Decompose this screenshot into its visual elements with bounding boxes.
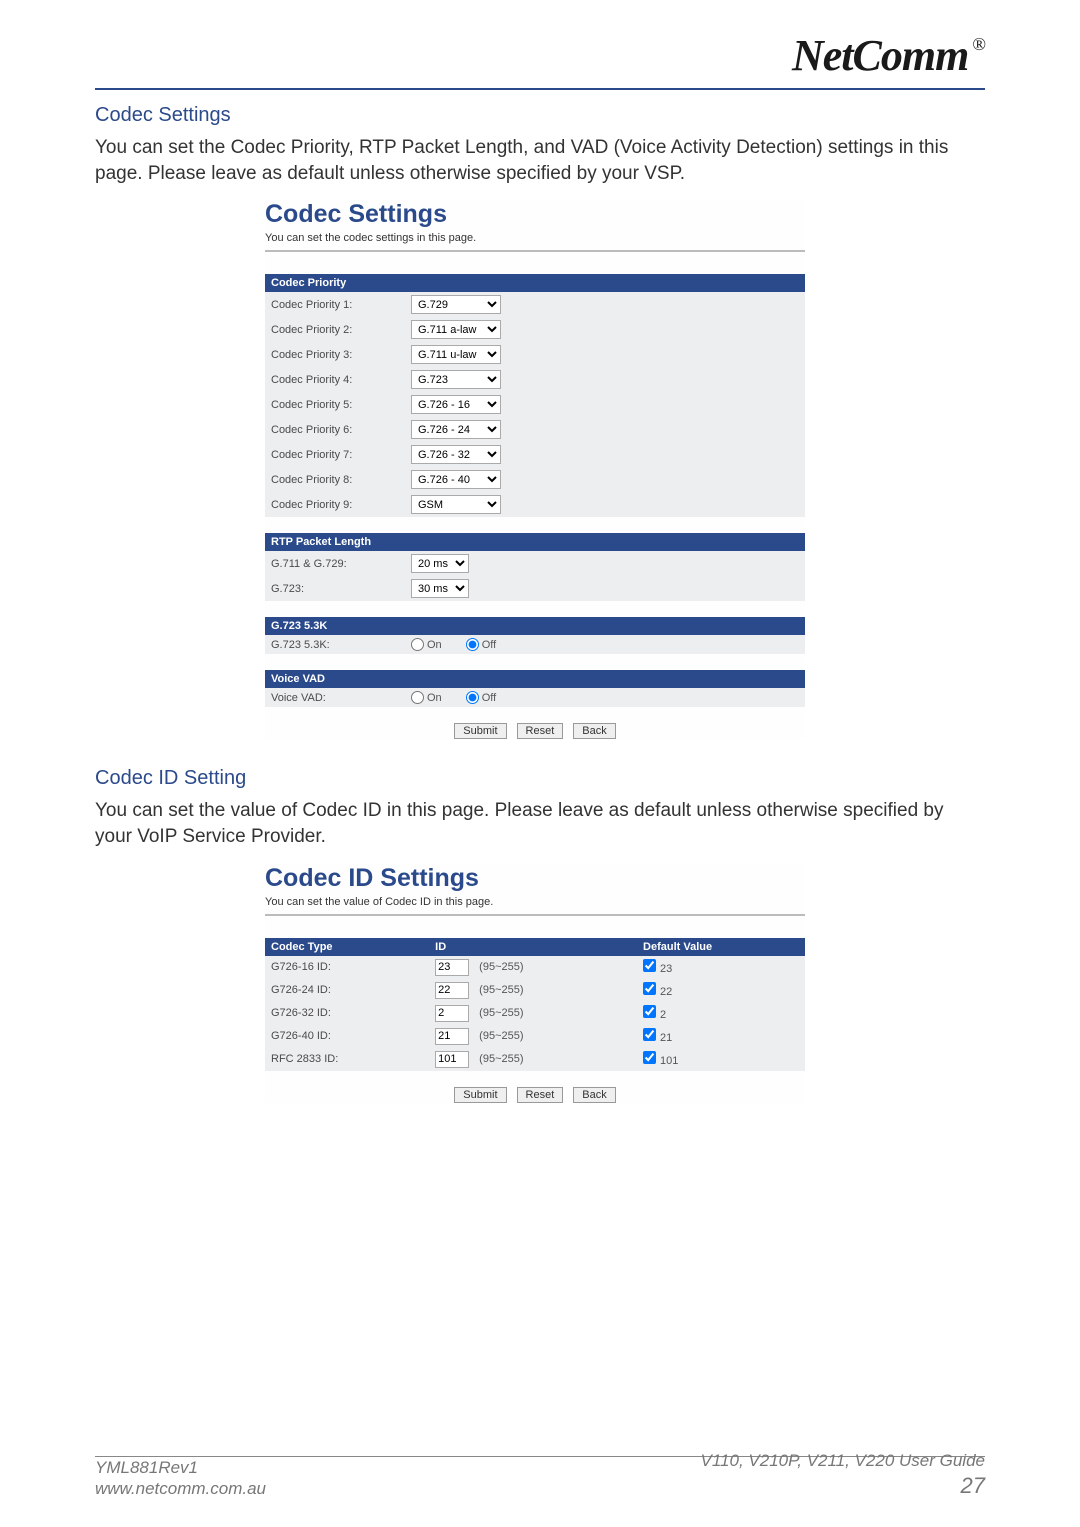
rtp-row-label: G.711 & G.729:	[265, 551, 405, 576]
rfc2833-id-input[interactable]	[435, 1051, 469, 1068]
vad-off-radio[interactable]	[466, 691, 479, 704]
g726-32-default-checkbox[interactable]	[643, 1005, 656, 1018]
g723-row-label: G.723 5.3K:	[265, 635, 405, 654]
codec-id-setting-heading: Codec ID Setting	[95, 767, 985, 790]
codec-priority-label: Codec Priority 6:	[265, 417, 405, 442]
default-value-text: 22	[660, 986, 672, 998]
g726-24-id-input[interactable]	[435, 982, 469, 999]
codec-settings-panel-title: Codec Settings	[265, 200, 805, 229]
g723-off-radio[interactable]	[466, 638, 479, 651]
codec-id-panel-title: Codec ID Settings	[265, 864, 805, 893]
submit-button[interactable]: Submit	[454, 723, 506, 739]
codec-priority-label: Codec Priority 9:	[265, 492, 405, 517]
default-value-text: 23	[660, 963, 672, 975]
codec-priority-7-select[interactable]: G.726 - 32	[411, 445, 501, 464]
range-hint: (95~255)	[479, 1053, 523, 1065]
back-button[interactable]: Back	[573, 723, 615, 739]
reset-button[interactable]: Reset	[517, 723, 564, 739]
rfc2833-default-checkbox[interactable]	[643, 1051, 656, 1064]
codec-priority-3-select[interactable]: G.711 u-law	[411, 345, 501, 364]
range-hint: (95~255)	[479, 1030, 523, 1042]
codec-id-row-label: RFC 2833 ID:	[265, 1048, 429, 1071]
footer-guide-title: V110, V210P, V211, V220 User Guide	[701, 1450, 985, 1471]
submit-button[interactable]: Submit	[454, 1087, 506, 1103]
range-hint: (95~255)	[479, 961, 523, 973]
codec-priority-4-select[interactable]: G.723	[411, 370, 501, 389]
codec-id-panel-sub: You can set the value of Codec ID in thi…	[265, 896, 805, 908]
codec-priority-label: Codec Priority 1:	[265, 292, 405, 317]
page-number: 27	[701, 1472, 985, 1500]
codec-settings-heading: Codec Settings	[95, 104, 985, 127]
vad-off-radio-label[interactable]: Off	[466, 691, 496, 704]
g723-off-radio-label[interactable]: Off	[466, 638, 496, 651]
brand-name: NetComm	[792, 30, 968, 81]
header-rule	[95, 88, 985, 90]
codec-priority-label: Codec Priority 7:	[265, 442, 405, 467]
rtp-row-label: G.723:	[265, 576, 405, 601]
codec-priority-label: Codec Priority 8:	[265, 467, 405, 492]
codec-priority-2-select[interactable]: G.711 a-law	[411, 320, 501, 339]
codec-default-header: Default Value	[637, 938, 805, 956]
rtp-header: RTP Packet Length	[265, 533, 805, 551]
vad-on-radio[interactable]	[411, 691, 424, 704]
codec-priority-6-select[interactable]: G.726 - 24	[411, 420, 501, 439]
page-footer: YML881Rev1 www.netcomm.com.au V110, V210…	[95, 1450, 985, 1499]
codec-id-header: ID	[429, 938, 637, 956]
codec-id-row-label: G726-24 ID:	[265, 979, 429, 1002]
g726-40-default-checkbox[interactable]	[643, 1028, 656, 1041]
default-value-text: 2	[660, 1009, 666, 1021]
g726-32-id-input[interactable]	[435, 1005, 469, 1022]
codec-id-row-label: G726-16 ID:	[265, 956, 429, 979]
g726-40-id-input[interactable]	[435, 1028, 469, 1045]
codec-id-row-label: G726-40 ID:	[265, 1025, 429, 1048]
codec-priority-8-select[interactable]: G.726 - 40	[411, 470, 501, 489]
codec-priority-table: Codec Priority Codec Priority 1: G.729 C…	[265, 274, 805, 517]
divider	[265, 914, 805, 916]
footer-doc-id: YML881Rev1	[95, 1457, 266, 1478]
voice-vad-table: Voice VAD Voice VAD: On Off	[265, 670, 805, 707]
codec-priority-label: Codec Priority 3:	[265, 342, 405, 367]
codec-settings-panel: Codec Settings You can set the codec set…	[265, 200, 805, 739]
vad-header: Voice VAD	[265, 670, 805, 688]
codec-settings-description: You can set the Codec Priority, RTP Pack…	[95, 135, 985, 186]
codec-priority-label: Codec Priority 4:	[265, 367, 405, 392]
range-hint: (95~255)	[479, 984, 523, 996]
registered-icon: ®	[972, 34, 985, 55]
codec-priority-label: Codec Priority 5:	[265, 392, 405, 417]
brand-logo: NetComm ®	[792, 30, 985, 81]
reset-button[interactable]: Reset	[517, 1087, 564, 1103]
codec-priority-label: Codec Priority 2:	[265, 317, 405, 342]
vad-row-label: Voice VAD:	[265, 688, 405, 707]
default-value-text: 21	[660, 1032, 672, 1044]
codec-priority-1-select[interactable]: G.729	[411, 295, 501, 314]
footer-url: www.netcomm.com.au	[95, 1478, 266, 1499]
rtp-g711-g729-select[interactable]: 20 ms	[411, 554, 469, 573]
g723-on-radio[interactable]	[411, 638, 424, 651]
g726-16-default-checkbox[interactable]	[643, 959, 656, 972]
range-hint: (95~255)	[479, 1007, 523, 1019]
g726-16-id-input[interactable]	[435, 959, 469, 976]
back-button[interactable]: Back	[573, 1087, 615, 1103]
vad-on-radio-label[interactable]: On	[411, 691, 442, 704]
g726-24-default-checkbox[interactable]	[643, 982, 656, 995]
codec-id-row-label: G726-32 ID:	[265, 1002, 429, 1025]
g723-on-radio-label[interactable]: On	[411, 638, 442, 651]
codec-priority-header: Codec Priority	[265, 274, 805, 292]
codec-id-settings-panel: Codec ID Settings You can set the value …	[265, 864, 805, 1103]
codec-type-header: Codec Type	[265, 938, 429, 956]
codec-priority-5-select[interactable]: G.726 - 16	[411, 395, 501, 414]
divider	[265, 250, 805, 252]
rtp-packet-length-table: RTP Packet Length G.711 & G.729: 20 ms G…	[265, 533, 805, 601]
codec-priority-9-select[interactable]: GSM	[411, 495, 501, 514]
g723-53k-table: G.723 5.3K G.723 5.3K: On Off	[265, 617, 805, 654]
default-value-text: 101	[660, 1055, 678, 1067]
g723-header: G.723 5.3K	[265, 617, 805, 635]
rtp-g723-select[interactable]: 30 ms	[411, 579, 469, 598]
codec-settings-panel-sub: You can set the codec settings in this p…	[265, 232, 805, 244]
codec-id-table: Codec Type ID Default Value G726-16 ID: …	[265, 938, 805, 1071]
codec-id-setting-description: You can set the value of Codec ID in thi…	[95, 798, 985, 849]
